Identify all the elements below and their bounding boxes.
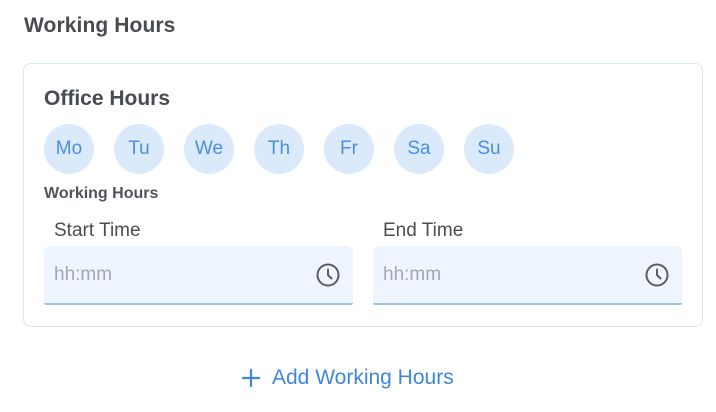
end-time-input[interactable] [383, 263, 603, 286]
start-time-label: Start Time [54, 220, 141, 241]
add-working-hours-button[interactable]: Add Working Hours [240, 366, 454, 390]
start-time-field[interactable] [44, 246, 353, 305]
end-time-label: End Time [383, 220, 464, 241]
day-toggle-we[interactable]: We [184, 124, 234, 174]
day-selector: Mo Tu We Th Fr Sa Su [44, 124, 514, 174]
working-hours-subtitle: Working Hours [44, 185, 159, 202]
day-toggle-su[interactable]: Su [464, 124, 514, 174]
add-working-hours-label: Add Working Hours [272, 366, 454, 389]
office-hours-card: Office Hours Mo Tu We Th Fr Sa Su Workin… [23, 63, 703, 327]
clock-icon[interactable] [315, 262, 341, 288]
clock-icon[interactable] [644, 262, 670, 288]
day-toggle-mo[interactable]: Mo [44, 124, 94, 174]
day-toggle-fr[interactable]: Fr [324, 124, 374, 174]
section-title: Working Hours [24, 14, 176, 37]
card-title: Office Hours [44, 87, 171, 110]
day-toggle-sa[interactable]: Sa [394, 124, 444, 174]
day-toggle-th[interactable]: Th [254, 124, 304, 174]
end-time-field[interactable] [373, 246, 682, 305]
working-hours-page: Working Hours Office Hours Mo Tu We Th F… [0, 0, 716, 412]
day-toggle-tu[interactable]: Tu [114, 124, 164, 174]
plus-icon [241, 368, 261, 388]
start-time-input[interactable] [54, 263, 274, 286]
